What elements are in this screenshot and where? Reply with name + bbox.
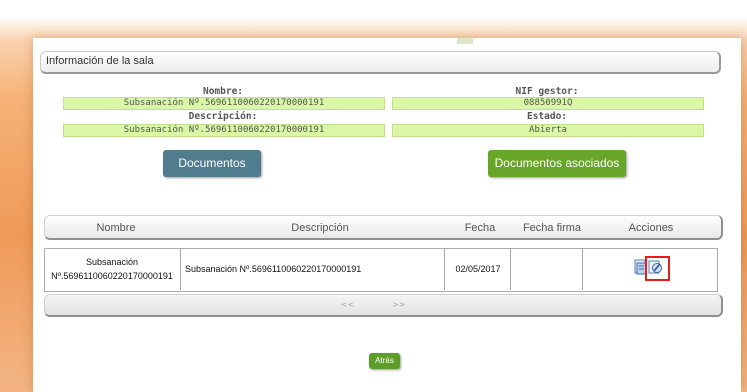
column-header-descripcion[interactable]: Descripción (250, 222, 390, 234)
highlight-box (645, 256, 670, 281)
pager-bar (44, 294, 723, 317)
pager-prev-button[interactable]: << (341, 300, 354, 309)
nif-gestor-label: NIF gestor: (515, 86, 579, 97)
column-header-nombre[interactable]: Nombre (72, 222, 160, 234)
cell-nombre-line2: Nº.5696110060220170000191 (51, 271, 173, 281)
documentos-button[interactable]: Documentos (163, 150, 261, 177)
frame-top-glow (0, 0, 747, 40)
column-header-fecha[interactable]: Fecha (455, 222, 505, 234)
cell-fecha: 02/05/2017 (446, 248, 511, 290)
cell-nombre-line1: Subsanación (85, 257, 139, 267)
cell-fecha-firma (511, 248, 583, 290)
estado-label: Estado: (526, 111, 568, 122)
column-header-acciones: Acciones (628, 222, 674, 234)
descripcion-value: Subsanación Nº.5696110060220170000191 (63, 124, 385, 137)
column-header-fecha-firma[interactable]: Fecha firma (516, 222, 588, 234)
documentos-asociados-button[interactable]: Documentos asociados (488, 150, 626, 177)
cell-nombre: Subsanación Nº.5696110060220170000191 (44, 248, 181, 290)
nombre-label: Nombre: (202, 86, 244, 97)
pager-next-button[interactable]: >> (392, 300, 405, 309)
nombre-value: Subsanación Nº.5696110060220170000191 (63, 97, 385, 110)
atras-button[interactable]: Atrás (369, 353, 400, 369)
cell-descripcion: Subsanación Nº.5696110060220170000191 (181, 248, 445, 290)
descripcion-label: Descripción: (188, 111, 258, 122)
section-title: Información de la sala (46, 55, 154, 67)
nif-gestor-value: 08850991Q (392, 97, 704, 110)
tab-stub (457, 38, 473, 44)
estado-value: Abierta (392, 124, 704, 137)
